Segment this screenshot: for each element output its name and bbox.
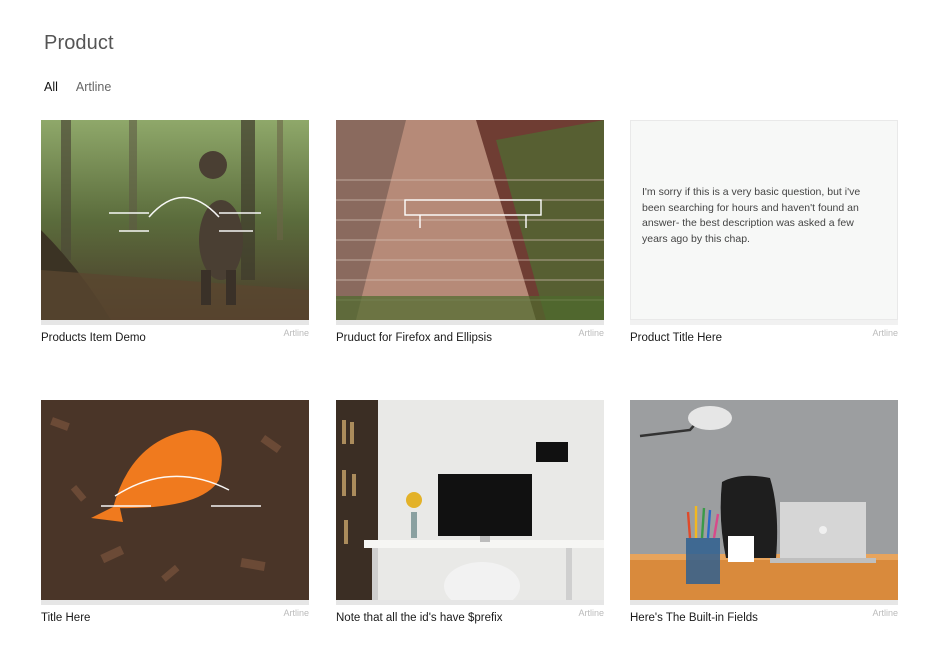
page-title: Product (44, 32, 114, 54)
card-category[interactable]: Artline (872, 328, 898, 338)
filter-all[interactable]: All (44, 80, 58, 94)
product-card[interactable]: Products Item Demo Artline (41, 120, 309, 351)
card-category[interactable]: Artline (872, 608, 898, 618)
product-image-brick-path[interactable] (336, 120, 604, 320)
product-image-imac-desk[interactable] (336, 400, 604, 600)
product-text-panel[interactable]: I'm sorry if this is a very basic questi… (630, 120, 898, 320)
product-card[interactable]: Here's The Built-in Fields Artline (630, 400, 898, 631)
filter-tabs: All Artline (44, 80, 111, 94)
product-card[interactable]: Pruduct for Firefox and Ellipsis Artline (336, 120, 604, 351)
card-title[interactable]: Title Here (41, 612, 90, 624)
card-title[interactable]: Product Title Here (630, 332, 722, 344)
card-title[interactable]: Note that all the id's have $prefix (336, 612, 503, 624)
card-title[interactable]: Products Item Demo (41, 332, 146, 344)
filter-artline[interactable]: Artline (76, 80, 111, 94)
product-card[interactable]: Title Here Artline (41, 400, 309, 631)
card-description: I'm sorry if this is a very basic questi… (642, 186, 861, 245)
product-card[interactable]: I'm sorry if this is a very basic questi… (630, 120, 898, 351)
product-image-forest[interactable] (41, 120, 309, 320)
product-card[interactable]: Note that all the id's have $prefix Artl… (336, 400, 604, 631)
card-category[interactable]: Artline (283, 608, 309, 618)
card-category[interactable]: Artline (578, 608, 604, 618)
card-category[interactable]: Artline (283, 328, 309, 338)
card-title[interactable]: Pruduct for Firefox and Ellipsis (336, 332, 492, 344)
card-title[interactable]: Here's The Built-in Fields (630, 612, 758, 624)
product-image-macbook-desk[interactable] (630, 400, 898, 600)
card-category[interactable]: Artline (578, 328, 604, 338)
product-image-golf-tee[interactable] (41, 400, 309, 600)
